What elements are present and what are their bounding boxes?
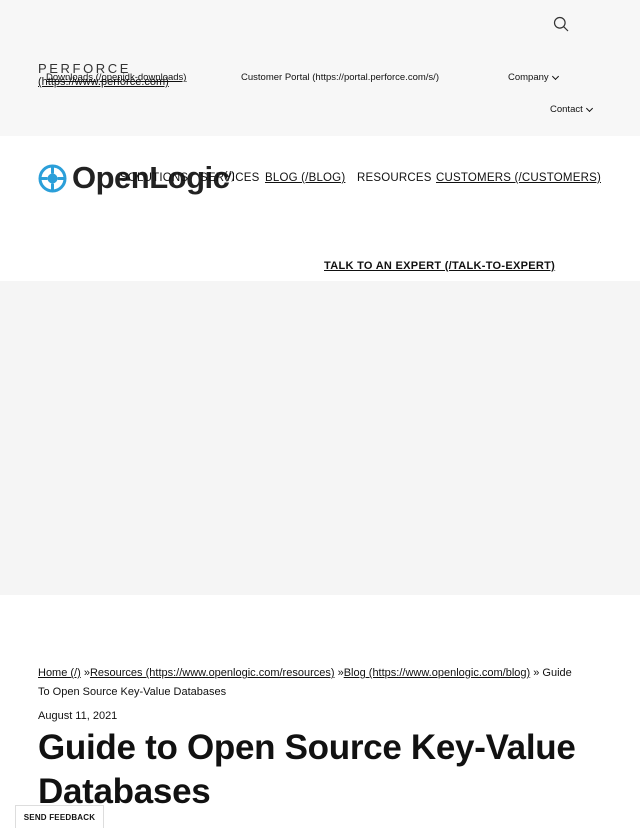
nav-resources[interactable]: RESOURCES [357, 172, 432, 184]
article-date: August 11, 2021 [38, 710, 118, 722]
company-dropdown[interactable]: Company [508, 72, 559, 83]
breadcrumb-resources[interactable]: Resources (https://www.openlogic.com/res… [90, 667, 335, 679]
page-title: Guide to Open Source Key-Value Databases [38, 728, 576, 811]
customer-portal-link[interactable]: Customer Portal (https://portal.perforce… [241, 72, 439, 83]
talk-to-expert-button[interactable]: TALK TO AN EXPERT (/TALK-TO-EXPERT) [324, 260, 555, 272]
company-label: Company [508, 72, 549, 83]
nav-services[interactable]: SERVICES [200, 172, 260, 184]
openlogic-logo-icon [38, 164, 67, 192]
contact-label: Contact [550, 104, 583, 115]
send-feedback-button[interactable]: SEND FEEDBACK [15, 805, 104, 828]
search-icon[interactable] [553, 16, 569, 32]
utility-bar: PERFORCE (https://www.perforce.com) Down… [0, 0, 640, 136]
chevron-down-icon [551, 72, 559, 80]
downloads-link[interactable]: Downloads (/openjdk-downloads) [46, 72, 186, 83]
main-nav: OpenLogic (/) SOLUTIONS SERVICES BLOG (/… [0, 136, 640, 281]
breadcrumb: Home (/) »Resources (https://www.openlog… [38, 664, 578, 702]
contact-dropdown[interactable]: Contact [550, 104, 593, 115]
breadcrumb-blog[interactable]: Blog (https://www.openlogic.com/blog) [344, 667, 530, 679]
nav-blog[interactable]: BLOG (/BLOG) [265, 172, 345, 184]
nav-customers[interactable]: CUSTOMERS (/CUSTOMERS) [436, 172, 601, 184]
breadcrumb-home[interactable]: Home (/) [38, 667, 81, 679]
hero-image [0, 281, 640, 595]
nav-solutions[interactable]: SOLUTIONS [120, 172, 188, 184]
chevron-down-icon [585, 104, 593, 112]
